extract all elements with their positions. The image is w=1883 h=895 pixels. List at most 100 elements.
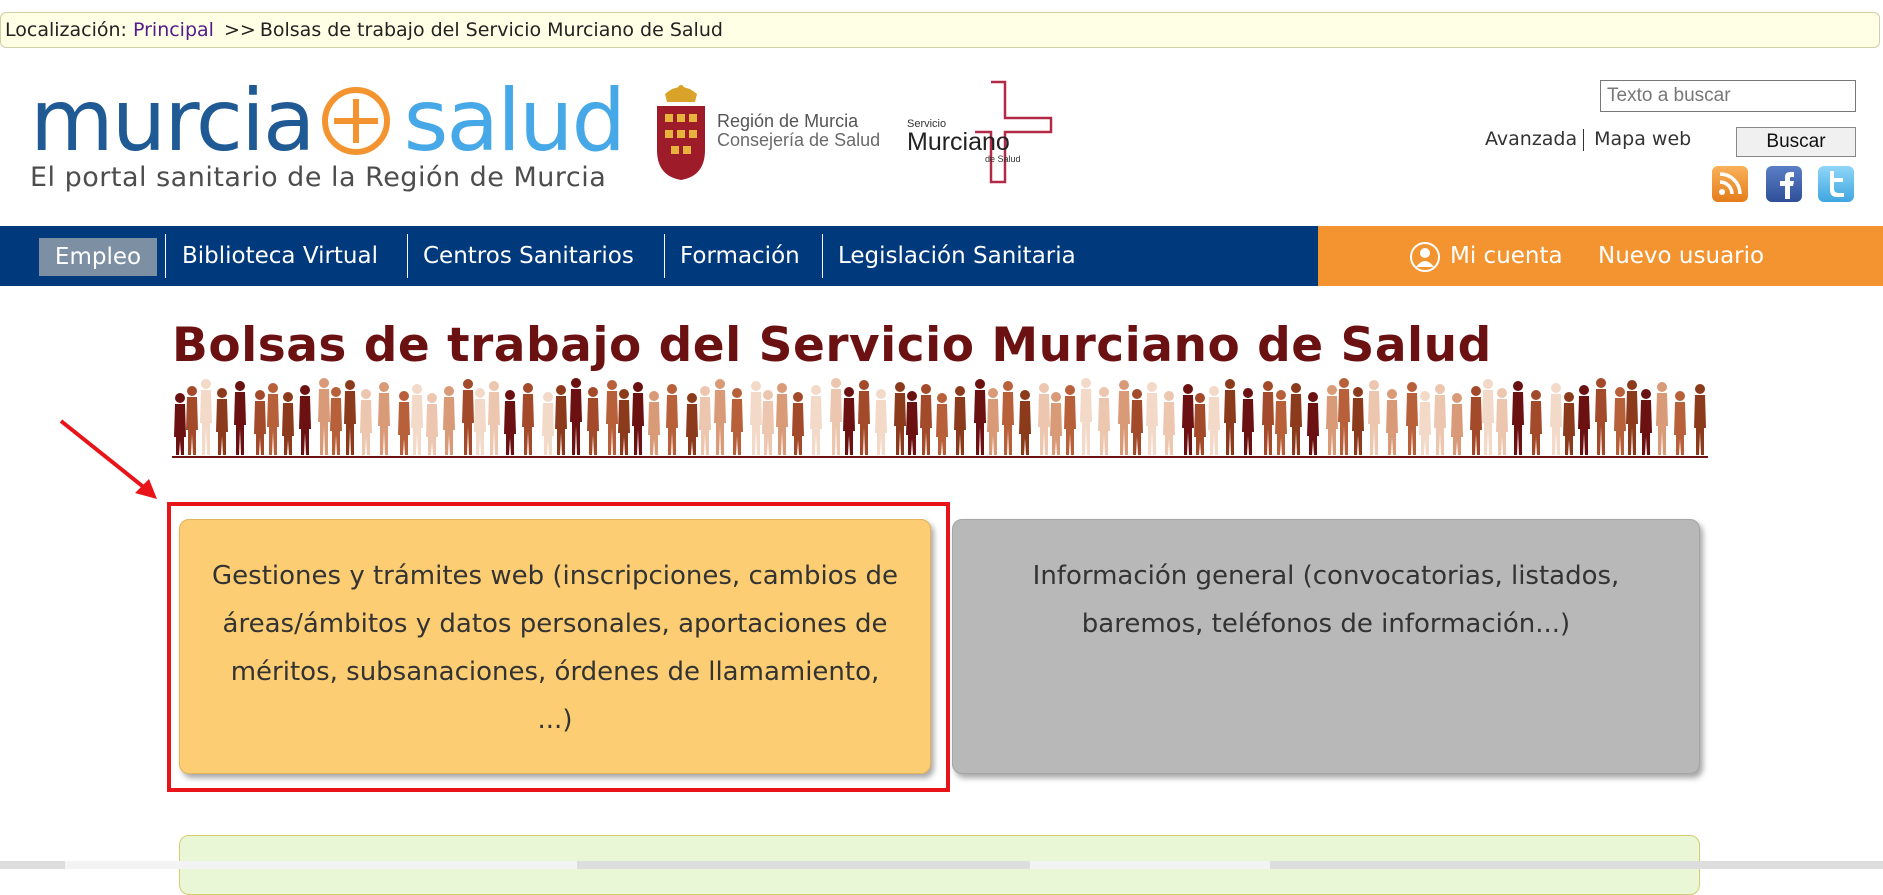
crowd-person: [1419, 391, 1431, 455]
crowd-person: [1368, 380, 1380, 455]
crowd-person: [1451, 393, 1463, 455]
crowd-person: [714, 379, 726, 455]
annotation-arrow-icon: [59, 419, 157, 499]
murciasalud-logo[interactable]: murcia salud El portal sanitario de la R…: [30, 71, 626, 193]
crowd-person: [462, 379, 474, 455]
crowd-person: [344, 380, 356, 455]
highlight-box: [167, 502, 950, 792]
logo-plus-icon: [321, 87, 390, 155]
search-button[interactable]: Buscar: [1736, 127, 1856, 157]
crowd-person: [330, 387, 342, 455]
crowd-person: [1194, 393, 1206, 455]
crowd-person: [1224, 379, 1236, 455]
sms-logo[interactable]: Servicio Murciano de Salud: [905, 80, 1055, 188]
crowd-person: [1038, 383, 1050, 455]
general-info-card[interactable]: Información general (convocatorias, list…: [952, 519, 1700, 774]
nav-separator: [664, 234, 665, 278]
breadcrumb-home-link[interactable]: Principal: [133, 19, 214, 41]
twitter-icon[interactable]: [1818, 166, 1854, 202]
scrollbar-thumb[interactable]: [65, 861, 577, 869]
breadcrumb-label: Localización:: [5, 19, 127, 41]
region-name: Región de Murcia: [717, 111, 859, 131]
crowd-person: [318, 378, 330, 455]
crowd-person: [474, 388, 486, 455]
new-user-link[interactable]: Nuevo usuario: [1598, 226, 1764, 286]
crowd-person: [1080, 378, 1092, 455]
crowd-person: [426, 393, 438, 455]
crowd-person: [792, 392, 804, 455]
crowd-person: [522, 383, 534, 455]
nav-separator: [165, 234, 166, 278]
crowd-banner: [172, 378, 1708, 458]
crowd-person: [875, 389, 887, 455]
logo-tagline: El portal sanitario de la Región de Murc…: [30, 162, 607, 193]
crowd-person: [555, 385, 567, 455]
nav-item-formacion[interactable]: Formación: [680, 226, 800, 286]
crowd-person: [1656, 382, 1668, 455]
crowd-person: [234, 381, 246, 455]
crowd-person: [1163, 391, 1175, 455]
nav-item-centros[interactable]: Centros Sanitarios: [423, 226, 634, 286]
crowd-person: [699, 386, 711, 455]
crowd-person: [299, 385, 311, 455]
crowd-person: [762, 390, 774, 455]
crowd-person: [186, 386, 198, 455]
nav-item-legislacion[interactable]: Legislación Sanitaria: [838, 226, 1076, 286]
nav-separator: [822, 234, 823, 278]
crowd-person: [411, 384, 423, 455]
my-account-link[interactable]: Mi cuenta: [1450, 226, 1563, 286]
crowd-person: [686, 393, 698, 455]
crowd-person: [858, 380, 870, 455]
crowd-person: [1242, 388, 1254, 455]
banner-underline: [172, 456, 1708, 458]
crowd-person: [542, 392, 554, 455]
crowd-person: [254, 390, 266, 455]
crowd-person: [1595, 378, 1607, 455]
crowd-person: [570, 378, 582, 455]
crowd-person: [1434, 384, 1446, 455]
crowd-person: [398, 391, 410, 455]
crowd-person: [1578, 385, 1590, 455]
crowd-person: [606, 380, 618, 455]
nav-item-empleo[interactable]: Empleo: [39, 238, 157, 276]
crowd-person: [750, 381, 762, 455]
crowd-person: [618, 389, 630, 455]
region-department: Consejería de Salud: [717, 130, 881, 150]
crowd-person: [1146, 382, 1158, 455]
crowd-person: [1307, 392, 1319, 455]
crowd-person: [906, 391, 918, 455]
facebook-icon[interactable]: [1766, 166, 1802, 202]
rss-icon[interactable]: [1712, 166, 1748, 202]
crowd-person: [587, 387, 599, 455]
crowd-person: [360, 389, 372, 455]
region-murcia-logo[interactable]: Región de Murcia Consejería de Salud: [655, 80, 880, 182]
crowd-person: [1512, 381, 1524, 455]
advanced-search-link[interactable]: Avanzada: [1485, 128, 1577, 150]
crowd-person: [1290, 383, 1302, 455]
crowd-person: [974, 379, 986, 455]
sitemap-link[interactable]: Mapa web: [1594, 128, 1691, 150]
crowd-person: [1530, 390, 1542, 455]
crowd-person: [1182, 384, 1194, 455]
nav-item-biblioteca[interactable]: Biblioteca Virtual: [182, 226, 378, 286]
scrollbar-segment: [1030, 861, 1270, 869]
crowd-person: [267, 383, 279, 455]
twitter-glyph-icon: [1830, 171, 1844, 197]
crowd-person: [443, 386, 455, 455]
breadcrumb-current: Bolsas de trabajo del Servicio Murciano …: [259, 19, 723, 41]
crowd-person: [1694, 384, 1706, 455]
crowd-person: [632, 382, 644, 455]
crowd-person: [504, 390, 516, 455]
crowd-person: [1470, 386, 1482, 455]
logo-word-salud: salud: [403, 71, 626, 171]
crowd-person: [1208, 386, 1220, 455]
crowd-person: [731, 388, 743, 455]
sms-cross-icon: Servicio Murciano de Salud: [907, 80, 1053, 184]
crowd-person: [1614, 387, 1626, 455]
region-shield-icon: [657, 85, 705, 180]
crowd-person: [1406, 382, 1418, 455]
search-input[interactable]: [1600, 80, 1856, 112]
crowd-person: [1386, 389, 1398, 455]
user-icon: [1410, 242, 1440, 272]
crowd-person: [648, 391, 660, 455]
